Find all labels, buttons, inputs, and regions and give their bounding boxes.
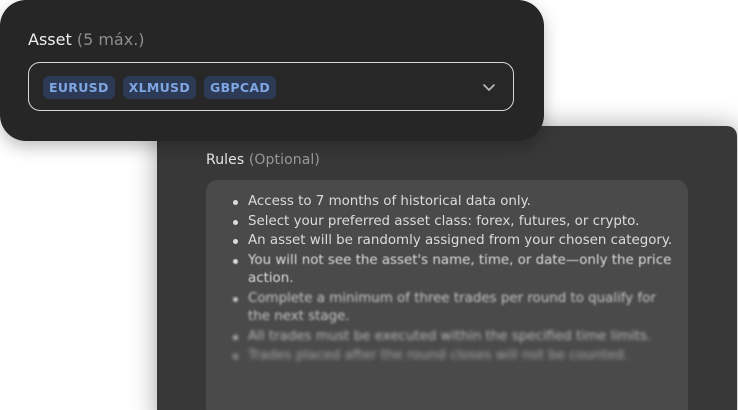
asset-chips: EURUSD XLMUSD GBPCAD (43, 76, 277, 99)
asset-label: Asset (28, 30, 72, 49)
rules-textarea[interactable]: Access to 7 months of historical data on… (206, 180, 688, 410)
rule-item: Trades placed after the round closes wil… (232, 347, 674, 366)
asset-chip-xlmusd[interactable]: XLMUSD (122, 76, 197, 99)
rule-item: You will not see the asset's name, time,… (232, 252, 674, 289)
rule-item: Access to 7 months of historical data on… (232, 193, 674, 212)
asset-panel: Asset (5 máx.) EURUSD XLMUSD GBPCAD (0, 0, 544, 141)
asset-field-label: Asset (5 máx.) (28, 30, 145, 49)
asset-limit-note: (5 máx.) (76, 30, 145, 49)
rule-item: Select your preferred asset class: forex… (232, 213, 674, 232)
rules-label: Rules (206, 152, 245, 168)
rules-optional-note: (Optional) (248, 152, 320, 168)
chevron-down-icon[interactable] (481, 79, 497, 95)
rule-item: An asset will be randomly assigned from … (232, 232, 674, 251)
rules-list: Access to 7 months of historical data on… (206, 180, 688, 366)
page: Rules (Optional) Access to 7 months of h… (0, 0, 738, 410)
rules-title: Rules (Optional) (206, 152, 320, 168)
asset-select[interactable]: EURUSD XLMUSD GBPCAD (28, 62, 514, 111)
asset-chip-gbpcad[interactable]: GBPCAD (204, 76, 277, 99)
rule-item: Complete a minimum of three trades per r… (232, 290, 674, 327)
rule-item: All trades must be executed within the s… (232, 328, 674, 347)
asset-chip-eurusd[interactable]: EURUSD (43, 76, 115, 99)
rules-panel: Rules (Optional) Access to 7 months of h… (157, 126, 737, 410)
